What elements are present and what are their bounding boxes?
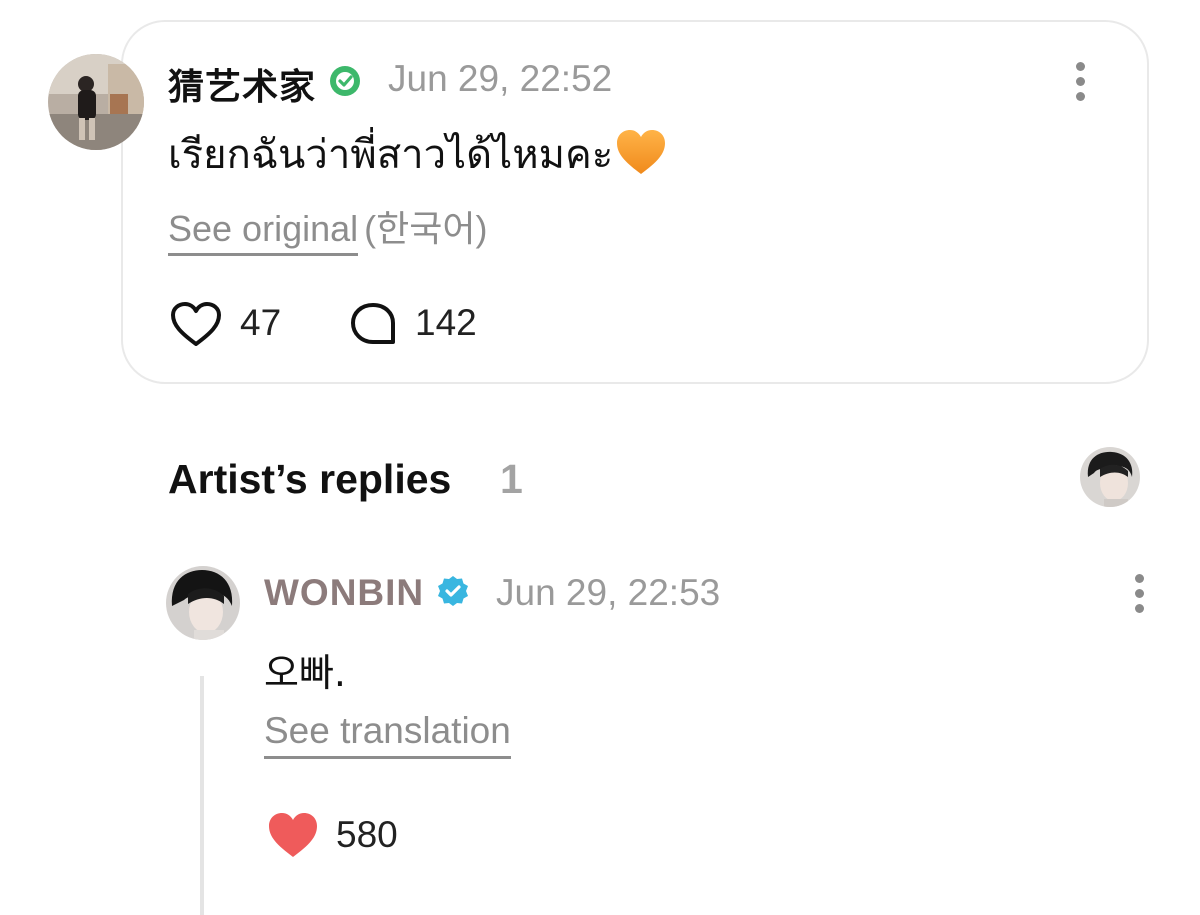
comment-bubble-icon[interactable] — [349, 301, 397, 347]
thread-line — [200, 676, 204, 915]
original-language: (한국어) — [364, 208, 488, 249]
reply-more-options-icon[interactable] — [1133, 574, 1145, 614]
reply-timestamp: Jun 29, 22:53 — [496, 572, 721, 613]
reply-text: 오빠. — [264, 651, 346, 695]
verified-badge-icon — [438, 576, 468, 606]
artist-replies-title: Artist’s replies — [168, 456, 452, 502]
post-like-count: 47 — [240, 302, 282, 343]
verified-check-icon — [330, 66, 360, 96]
see-original-link[interactable]: See original — [168, 208, 359, 256]
reply-author-avatar[interactable] — [166, 566, 240, 640]
post-text-content: เรียกฉันว่าพี่สาวได้ไหมคะ — [168, 132, 614, 178]
post-author-avatar[interactable] — [48, 54, 144, 150]
post-more-options-icon[interactable] — [1074, 62, 1086, 102]
post-comment-count: 142 — [415, 302, 477, 343]
post-text: เรียกฉันว่าพี่สาวได้ไหมคะ — [168, 122, 667, 186]
orange-heart-icon — [617, 130, 666, 174]
reply-like-count: 580 — [336, 814, 398, 855]
reply-author-name[interactable]: WONBIN — [264, 572, 424, 614]
post-timestamp: Jun 29, 22:52 — [388, 58, 613, 99]
artist-replies-count: 1 — [500, 456, 523, 502]
see-original-row: See original (한국어) — [168, 200, 488, 256]
post-author-name[interactable]: 猜艺术家 — [168, 58, 316, 110]
heart-outline-icon[interactable] — [170, 301, 222, 347]
see-translation-link[interactable]: See translation — [264, 710, 511, 759]
page: 猜艺术家 Jun 29, 22:52 เรียกฉันว่าพี่สาวได้ไ… — [0, 0, 1200, 915]
artist-avatar[interactable] — [1080, 447, 1140, 507]
heart-filled-icon[interactable] — [266, 810, 320, 860]
